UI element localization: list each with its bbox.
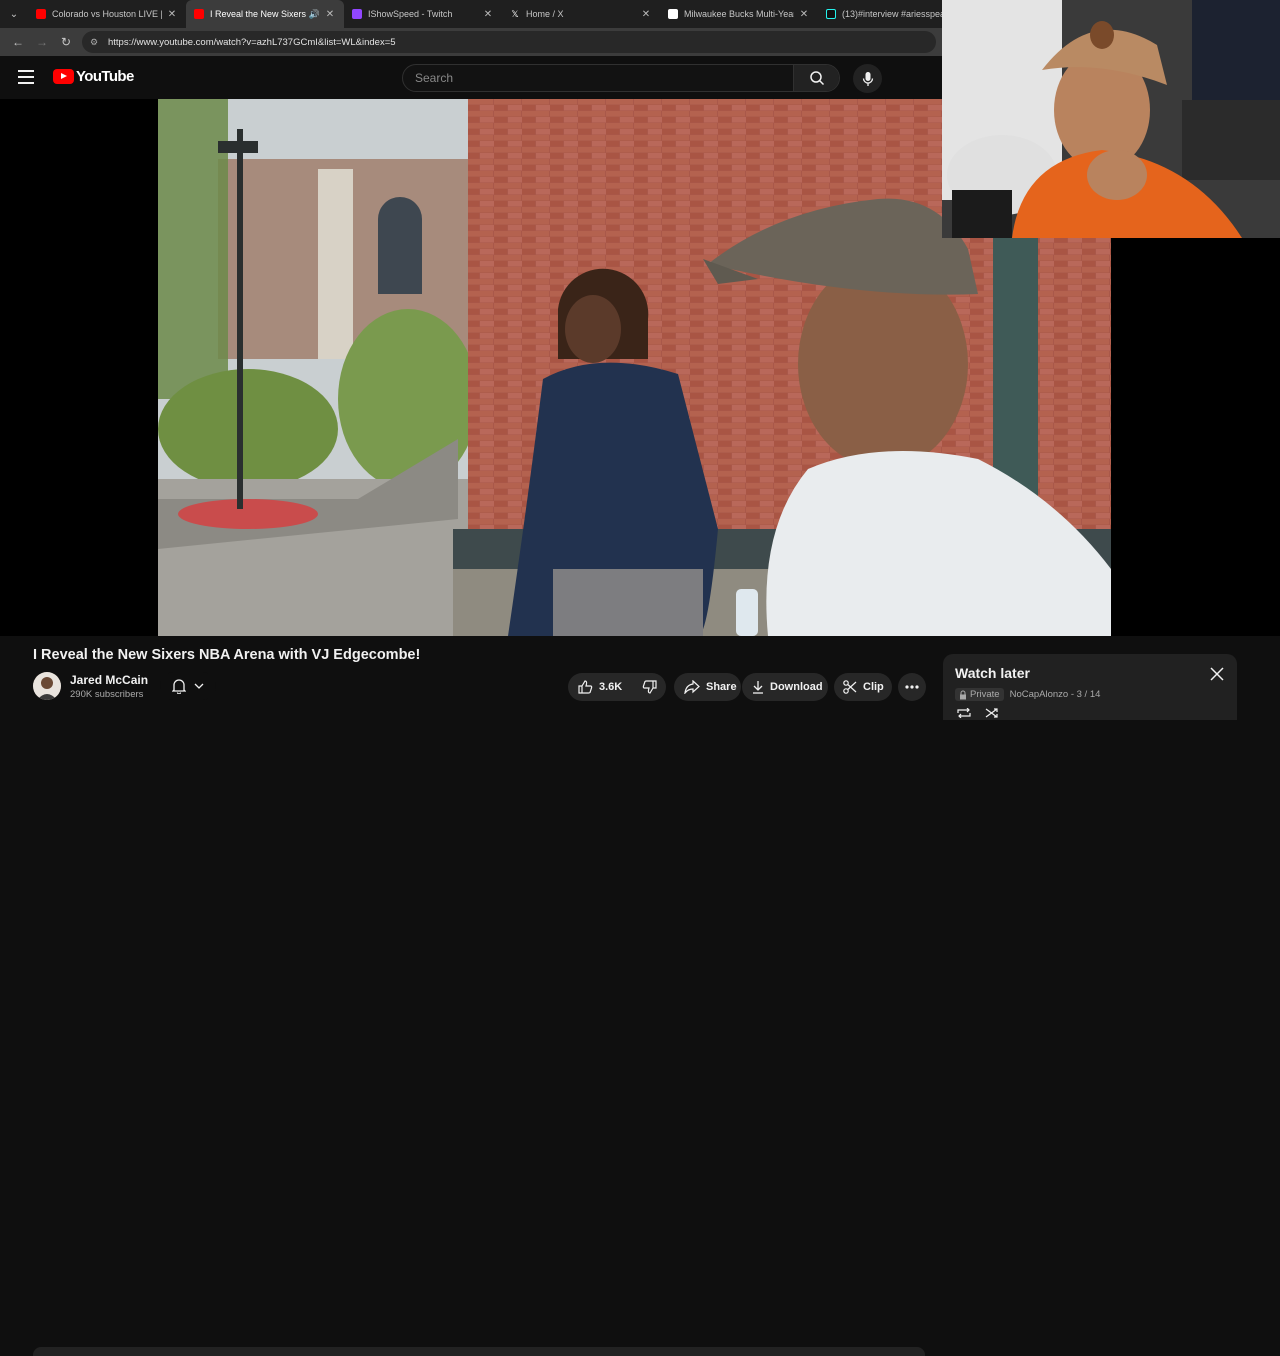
page-favicon-icon — [668, 9, 678, 19]
search-box: Search — [402, 64, 840, 92]
channel-name[interactable]: Jared McCain — [70, 673, 148, 687]
avatar-image — [33, 672, 61, 700]
voice-search-button[interactable] — [853, 64, 882, 93]
search-button[interactable] — [793, 65, 839, 91]
privacy-badge: Private — [955, 688, 1004, 701]
youtube-favicon-icon — [36, 9, 46, 19]
address-bar[interactable]: ⚙ https://www.youtube.com/watch?v=azhL73… — [82, 31, 936, 53]
clip-button[interactable]: Clip — [834, 673, 892, 701]
thumbs-up-icon — [578, 680, 593, 694]
browser-toolbar: ← → ↻ ⚙ https://www.youtube.com/watch?v=… — [0, 28, 942, 56]
browser-tab[interactable]: Milwaukee Bucks Multi-Year Tour ✕ — [660, 0, 818, 28]
share-icon — [684, 680, 700, 694]
youtube-logo[interactable]: YouTube — [53, 68, 134, 85]
shuffle-icon[interactable] — [985, 708, 999, 718]
tab-search-chevron-icon[interactable]: ⌄ — [0, 0, 28, 28]
privacy-label: Private — [970, 689, 1000, 700]
address-url: https://www.youtube.com/watch?v=azhL737G… — [108, 36, 396, 48]
tab-close-icon[interactable]: ✕ — [482, 9, 494, 20]
forward-arrow-icon[interactable]: → — [30, 30, 54, 54]
x-favicon-icon: 𝕏 — [511, 9, 519, 19]
tab-close-icon[interactable]: ✕ — [798, 9, 810, 20]
video-title: I Reveal the New Sixers NBA Arena with V… — [33, 647, 421, 663]
scissors-icon — [843, 680, 857, 694]
notification-button[interactable] — [160, 672, 216, 700]
tab-title: Milwaukee Bucks Multi-Year Tour — [684, 9, 794, 19]
tab-title: Home / X — [526, 9, 564, 19]
twitch-favicon-icon — [352, 9, 362, 19]
back-arrow-icon[interactable]: ← — [6, 30, 30, 54]
lock-icon — [960, 690, 966, 699]
download-label: Download — [770, 681, 823, 693]
bell-icon — [172, 679, 186, 694]
thumbs-down-icon — [642, 680, 657, 694]
close-icon[interactable] — [1209, 666, 1225, 682]
browser-tab[interactable]: 𝕏 Home / X ✕ — [502, 0, 660, 28]
search-icon — [809, 71, 824, 86]
tab-title: IShowSpeed - Twitch — [368, 9, 453, 19]
channel-info: Jared McCain 290K subscribers — [33, 672, 148, 700]
facecam-image — [942, 0, 1280, 238]
playlist-owner-position: NoCapAlonzo - 3 / 14 — [1009, 689, 1101, 700]
hamburger-menu-icon[interactable] — [18, 70, 34, 84]
youtube-masthead: YouTube Search — [0, 56, 942, 99]
channel-avatar[interactable] — [33, 672, 61, 700]
browser-tab[interactable]: Colorado vs Houston LIVE | NCAA ✕ — [28, 0, 186, 28]
description-box-edge — [33, 1347, 925, 1356]
site-info-icon[interactable]: ⚙ — [90, 37, 100, 47]
more-actions-button[interactable] — [898, 673, 926, 701]
subscriber-count: 290K subscribers — [70, 688, 144, 700]
speaker-icon[interactable]: 🔊 — [309, 9, 320, 20]
chevron-down-icon — [194, 683, 204, 689]
share-label: Share — [706, 681, 737, 693]
browser-tab-active[interactable]: I Reveal the New Sixers NBA Arena 🔊 ✕ — [186, 0, 344, 28]
tab-close-icon[interactable]: ✕ — [640, 9, 652, 20]
loop-icon[interactable] — [957, 708, 971, 718]
like-dislike-group: 3.6K — [568, 673, 666, 701]
youtube-logo-text: YouTube — [76, 68, 134, 85]
reload-icon[interactable]: ↻ — [54, 30, 78, 54]
share-button[interactable]: Share — [674, 673, 741, 701]
video-info-panel: I Reveal the New Sixers NBA Arena with V… — [0, 636, 1280, 1356]
more-horizontal-icon — [905, 685, 919, 689]
like-button[interactable]: 3.6K — [568, 673, 632, 701]
download-icon — [753, 681, 763, 694]
search-input[interactable]: Search — [403, 65, 793, 91]
browser-tab[interactable]: IShowSpeed - Twitch ✕ — [344, 0, 502, 28]
streamer-facecam — [942, 0, 1280, 238]
microphone-icon — [862, 71, 873, 86]
tab-close-icon[interactable]: ✕ — [324, 9, 336, 20]
download-button[interactable]: Download — [742, 673, 828, 701]
tab-title: I Reveal the New Sixers NBA Arena — [210, 9, 307, 19]
tab-title: Colorado vs Houston LIVE | NCAA — [52, 9, 162, 19]
youtube-play-icon — [53, 69, 74, 84]
tiktok-favicon-icon — [826, 9, 836, 19]
tab-close-icon[interactable]: ✕ — [166, 9, 178, 20]
watch-later-playlist-panel: Watch later Private NoCapAlonzo - 3 / 14 — [943, 654, 1237, 720]
like-count: 3.6K — [599, 681, 623, 693]
clip-label: Clip — [863, 681, 884, 693]
youtube-favicon-icon — [194, 9, 204, 19]
dislike-button[interactable] — [632, 673, 667, 701]
playlist-title[interactable]: Watch later — [955, 665, 1030, 681]
